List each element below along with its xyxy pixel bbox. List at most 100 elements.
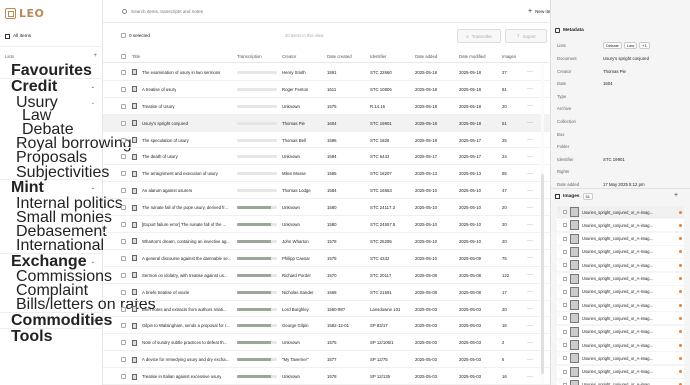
row-title[interactable]: Sermon on idolatry, with treatise agains…: [142, 273, 227, 278]
image-checkbox[interactable]: [563, 356, 567, 361]
row-checkbox[interactable]: [121, 86, 126, 92]
sidebar-item-exchange[interactable]: Exchange ⌄: [0, 253, 103, 270]
image-list-item[interactable]: ⋮ Usuries_spright_conjured_or_A-imag...: [557, 352, 684, 365]
sidebar-item-tools[interactable]: Tools: [0, 328, 103, 345]
sidebar-item-commodities[interactable]: Commodities ›: [0, 312, 112, 329]
row-more-icon[interactable]: ···: [527, 64, 533, 81]
image-checkbox[interactable]: [563, 249, 567, 254]
row-more-icon[interactable]: ···: [527, 334, 533, 351]
add-image-icon[interactable]: +: [674, 192, 678, 199]
drag-handle-icon[interactable]: ⋮: [557, 300, 561, 309]
image-list-item[interactable]: ⋮ Usuries_spright_conjured_or_A-imag...: [557, 245, 684, 258]
row-title[interactable]: A briefe treatise of vsurie: [142, 290, 189, 295]
sidebar-item-mint[interactable]: Mint ⌄: [0, 179, 103, 196]
drag-handle-icon[interactable]: ⋮: [557, 246, 561, 256]
row-more-icon[interactable]: ···: [527, 301, 533, 318]
row-more-icon[interactable]: ···: [527, 250, 533, 267]
sidebar-item-proposals[interactable]: Proposals: [0, 149, 103, 166]
drag-handle-icon[interactable]: ⋮: [557, 260, 561, 269]
col-date-added[interactable]: Date added: [415, 49, 437, 63]
row-title[interactable]: An alarum against usurers: [142, 188, 192, 193]
row-checkbox[interactable]: [121, 171, 126, 177]
image-checkbox[interactable]: [563, 303, 567, 308]
drag-handle-icon[interactable]: ⋮: [557, 286, 561, 296]
meta-field[interactable]: Folder: [557, 142, 603, 151]
row-checkbox[interactable]: [121, 103, 126, 109]
chevron-down-icon[interactable]: ⌄: [91, 259, 95, 265]
drag-handle-icon[interactable]: ⋮: [557, 353, 561, 362]
table-row[interactable]: Sermon on idolatry, with treatise agains…: [103, 267, 550, 284]
sidebar-item-favourites[interactable]: Favourites: [0, 62, 103, 79]
sidebar-item-usury[interactable]: Usury ⌄: [0, 94, 103, 111]
row-checkbox[interactable]: [121, 272, 126, 278]
row-title[interactable]: Brief notes and extracts from authors re…: [142, 307, 227, 312]
row-title[interactable]: Wharton's dream, containing an invective…: [142, 239, 230, 244]
col-identifier[interactable]: Identifier: [370, 49, 386, 63]
chevron-down-icon[interactable]: ⌄: [91, 185, 95, 191]
row-checkbox[interactable]: [121, 340, 126, 346]
table-row[interactable]: A briefe treatise of vsurie Nicholas Sand…: [103, 284, 550, 301]
col-title[interactable]: Title: [132, 49, 140, 63]
meta-field[interactable]: Archive: [557, 104, 603, 113]
image-checkbox[interactable]: [563, 276, 567, 281]
meta-field[interactable]: Identifier STC 19901: [557, 155, 625, 164]
drag-handle-icon[interactable]: ⋮: [557, 207, 561, 216]
list-chip[interactable]: +1: [639, 42, 650, 49]
image-list-item[interactable]: ⋮ Usuries_spright_conjured_or_A-imag...: [557, 206, 684, 218]
row-title[interactable]: Treatise of Usury: [142, 104, 175, 109]
meta-field[interactable]: Box: [557, 130, 603, 139]
row-more-icon[interactable]: ···: [527, 115, 533, 132]
drag-handle-icon[interactable]: ⋮: [557, 326, 561, 336]
row-title[interactable]: The examination of usury in two sermons: [142, 70, 220, 75]
col-transcription[interactable]: Transcription: [237, 49, 262, 63]
table-scrollbar[interactable]: [541, 64, 544, 384]
table-row[interactable]: Brief notes and extracts from authors re…: [103, 301, 550, 318]
drag-handle-icon[interactable]: ⋮: [557, 220, 561, 229]
list-chip[interactable]: Law: [623, 42, 638, 49]
col-date-created[interactable]: Date created: [327, 49, 352, 63]
sidebar-item-royal-borrowing[interactable]: Royal borrowing: [0, 135, 132, 152]
row-title[interactable]: The ruinate fall of the pope usury, deri…: [142, 205, 228, 210]
sidebar-item-credit[interactable]: Credit ⌄: [0, 78, 103, 95]
sidebar-item-subjectivities[interactable]: Subjectivities: [0, 164, 109, 181]
col-images[interactable]: Images: [502, 49, 516, 63]
chevron-right-icon[interactable]: ›: [93, 318, 95, 324]
col-creator[interactable]: Creator: [282, 49, 296, 63]
sidebar-item-commissions[interactable]: Commissions ›: [0, 268, 112, 285]
row-checkbox[interactable]: [121, 137, 126, 143]
row-checkbox[interactable]: [121, 323, 126, 329]
col-date-modified[interactable]: Date modified: [459, 49, 486, 63]
image-list-item[interactable]: ⋮ Usuries_spright_conjured_or_A-imag...: [557, 325, 684, 338]
row-title[interactable]: A treatise of usury: [142, 87, 176, 92]
image-checkbox[interactable]: [563, 236, 567, 241]
meta-field[interactable]: Creator Thomas Pie: [557, 67, 626, 76]
meta-field[interactable]: Collection: [557, 117, 603, 126]
image-list-item[interactable]: ⋮ Usuries_spright_conjured_or_A-imag...: [557, 285, 684, 298]
image-checkbox[interactable]: [563, 289, 567, 294]
table-row[interactable]: The arraignment and execution of usury Mi…: [103, 165, 550, 183]
row-title[interactable]: The death of usury: [142, 154, 178, 159]
image-checkbox[interactable]: [563, 210, 567, 214]
row-title[interactable]: Usury's spright conjured: [142, 121, 188, 126]
table-row[interactable]: Usury's spright conjured Thomas Pie 1604 ST…: [103, 114, 550, 132]
row-more-icon[interactable]: ···: [527, 233, 533, 250]
search-input[interactable]: [131, 8, 351, 14]
meta-field[interactable]: Type: [557, 92, 603, 101]
sidebar-item-law[interactable]: Law: [0, 107, 103, 124]
table-row[interactable]: The ruinate fall of the pope usury, deri…: [103, 199, 550, 217]
image-list-item[interactable]: ⋮ Usuries_spright_conjured_or_A-imag...: [557, 339, 684, 351]
row-checkbox[interactable]: [121, 255, 126, 261]
row-checkbox[interactable]: [121, 238, 126, 244]
table-row[interactable]: The speculation of usury Thomas Bell 1596 S…: [103, 132, 550, 149]
table-row[interactable]: A general discourse against the damnable…: [103, 250, 550, 267]
search-bar[interactable]: [10, 6, 351, 16]
image-list-item[interactable]: ⋮ Usuries_spright_conjured_or_A-imag...: [557, 259, 684, 272]
row-more-icon[interactable]: ···: [527, 149, 533, 166]
image-checkbox[interactable]: [563, 316, 567, 321]
image-checkbox[interactable]: [563, 223, 567, 228]
export-button[interactable]: ⇪ Export: [505, 29, 547, 43]
image-checkbox[interactable]: [563, 263, 567, 268]
row-checkbox[interactable]: [121, 374, 126, 380]
sidebar-item-internal-politics[interactable]: Internal politics: [0, 195, 123, 212]
row-more-icon[interactable]: ···: [527, 284, 533, 301]
